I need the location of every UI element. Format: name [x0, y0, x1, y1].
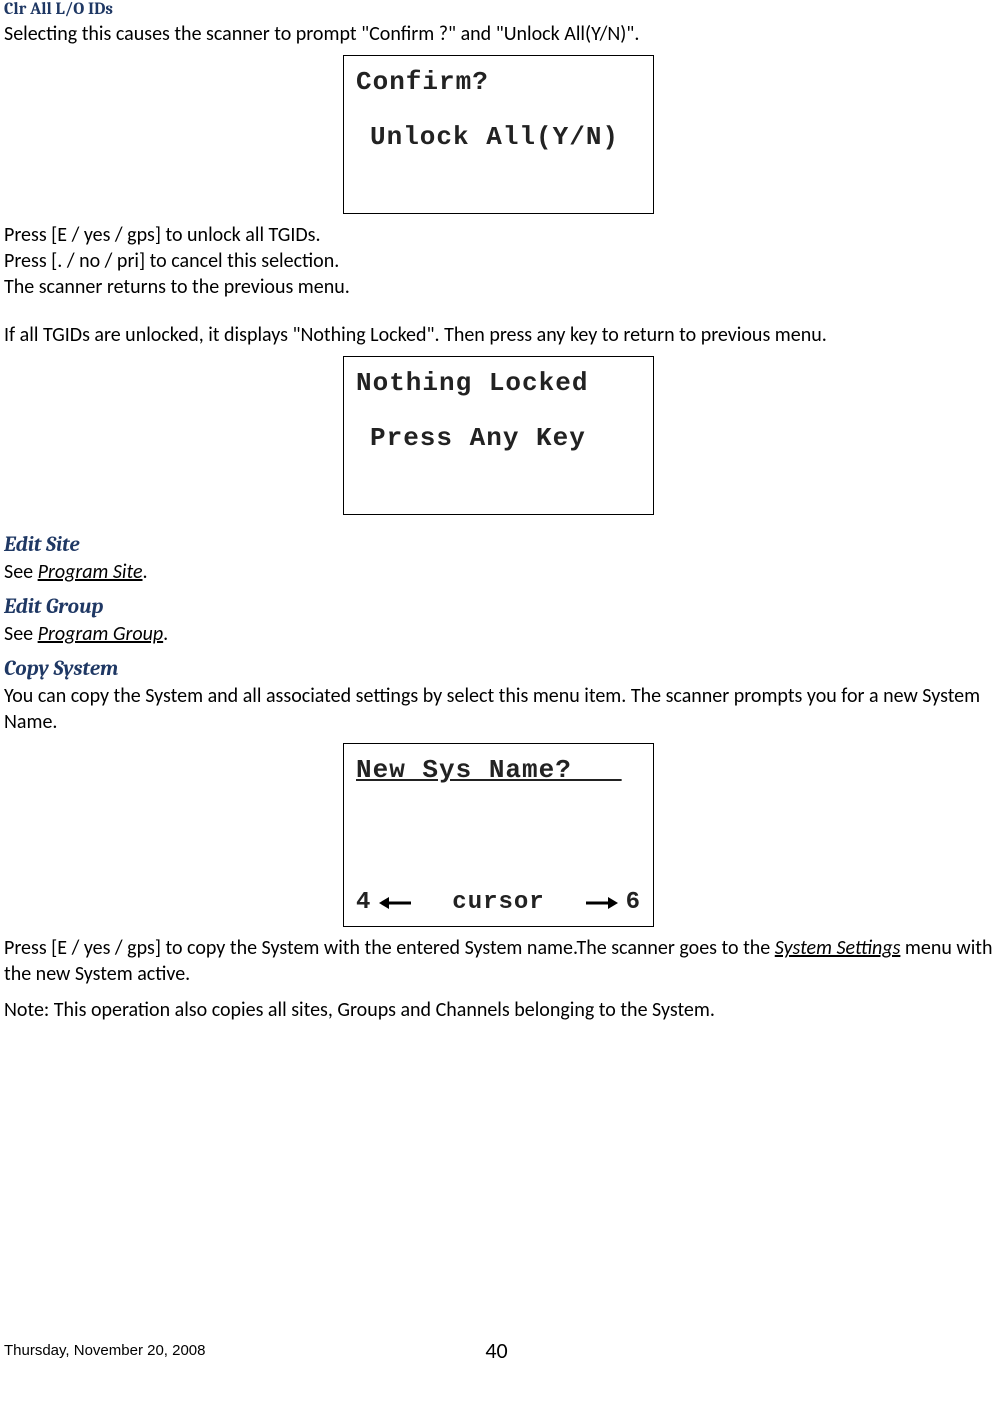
text-see: See — [4, 560, 38, 584]
footer-page-number: 40 — [0, 1337, 993, 1364]
para-press-e-copy: Press [E / yes / gps] to copy the System… — [4, 935, 993, 987]
link-program-group[interactable]: Program Group — [38, 622, 164, 646]
lcd-confirm-line2: Unlock All(Y/N) — [356, 123, 641, 152]
link-system-settings[interactable]: System Settings — [775, 936, 901, 960]
para-scanner-returns: The scanner returns to the previous menu… — [4, 274, 993, 300]
page-footer: Thursday, November 20, 2008 40 — [0, 1341, 993, 1360]
lcd-blank — [356, 478, 641, 504]
lcd-cursor-line: 4 cursor 6 — [356, 890, 641, 916]
text-period: . — [163, 622, 168, 646]
para-copy-intro: You can copy the System and all associat… — [4, 683, 993, 735]
para-note: Note: This operation also copies all sit… — [4, 997, 993, 1023]
lcd-blank — [356, 177, 641, 203]
para-press-e: Press [E / yes / gps] to unlock all TGID… — [4, 222, 993, 248]
lcd-new-sys-name: New Sys Name? 4 cursor 6 — [343, 743, 654, 927]
para-clr-intro: Selecting this causes the scanner to pro… — [4, 21, 993, 47]
document-page: Clr All L/O IDs Selecting this causes th… — [0, 0, 993, 1360]
lcd-cursor-left-num: 4 — [356, 890, 371, 916]
arrow-right-icon — [584, 893, 618, 913]
lcd-cursor-word: cursor — [452, 890, 544, 916]
heading-copy-system: Copy System — [4, 657, 993, 681]
heading-edit-group: Edit Group — [4, 595, 993, 619]
para-see-program-group: See Program Group. — [4, 621, 993, 647]
link-program-site[interactable]: Program Site — [38, 560, 143, 584]
para-if-unlocked: If all TGIDs are unlocked, it displays "… — [4, 322, 993, 348]
lcd-blank — [356, 151, 641, 177]
lcd-nothing-line2: Press Any Key — [356, 424, 641, 453]
para-see-program-site: See Program Site. — [4, 559, 993, 585]
heading-edit-site: Edit Site — [4, 533, 993, 557]
lcd-cursor-right-num: 6 — [626, 890, 641, 916]
lcd-nothing-locked: Nothing Locked Press Any Key — [343, 356, 654, 515]
text-period: . — [143, 560, 148, 584]
lcd-blank — [356, 97, 641, 123]
lcd-blank — [356, 398, 641, 424]
lcd-blank — [356, 452, 641, 478]
heading-clr-all: Clr All L/O IDs — [4, 0, 993, 19]
text-press-e-copy-a: Press [E / yes / gps] to copy the System… — [4, 936, 775, 960]
text-see: See — [4, 622, 38, 646]
lcd-nothing-line1: Nothing Locked — [356, 369, 641, 398]
lcd-new-sys-line1: New Sys Name? — [356, 756, 641, 785]
arrow-left-icon — [379, 893, 413, 913]
lcd-confirm: Confirm? Unlock All(Y/N) — [343, 55, 654, 214]
para-press-no: Press [. / no / pri] to cancel this sele… — [4, 248, 993, 274]
lcd-confirm-line1: Confirm? — [356, 68, 641, 97]
